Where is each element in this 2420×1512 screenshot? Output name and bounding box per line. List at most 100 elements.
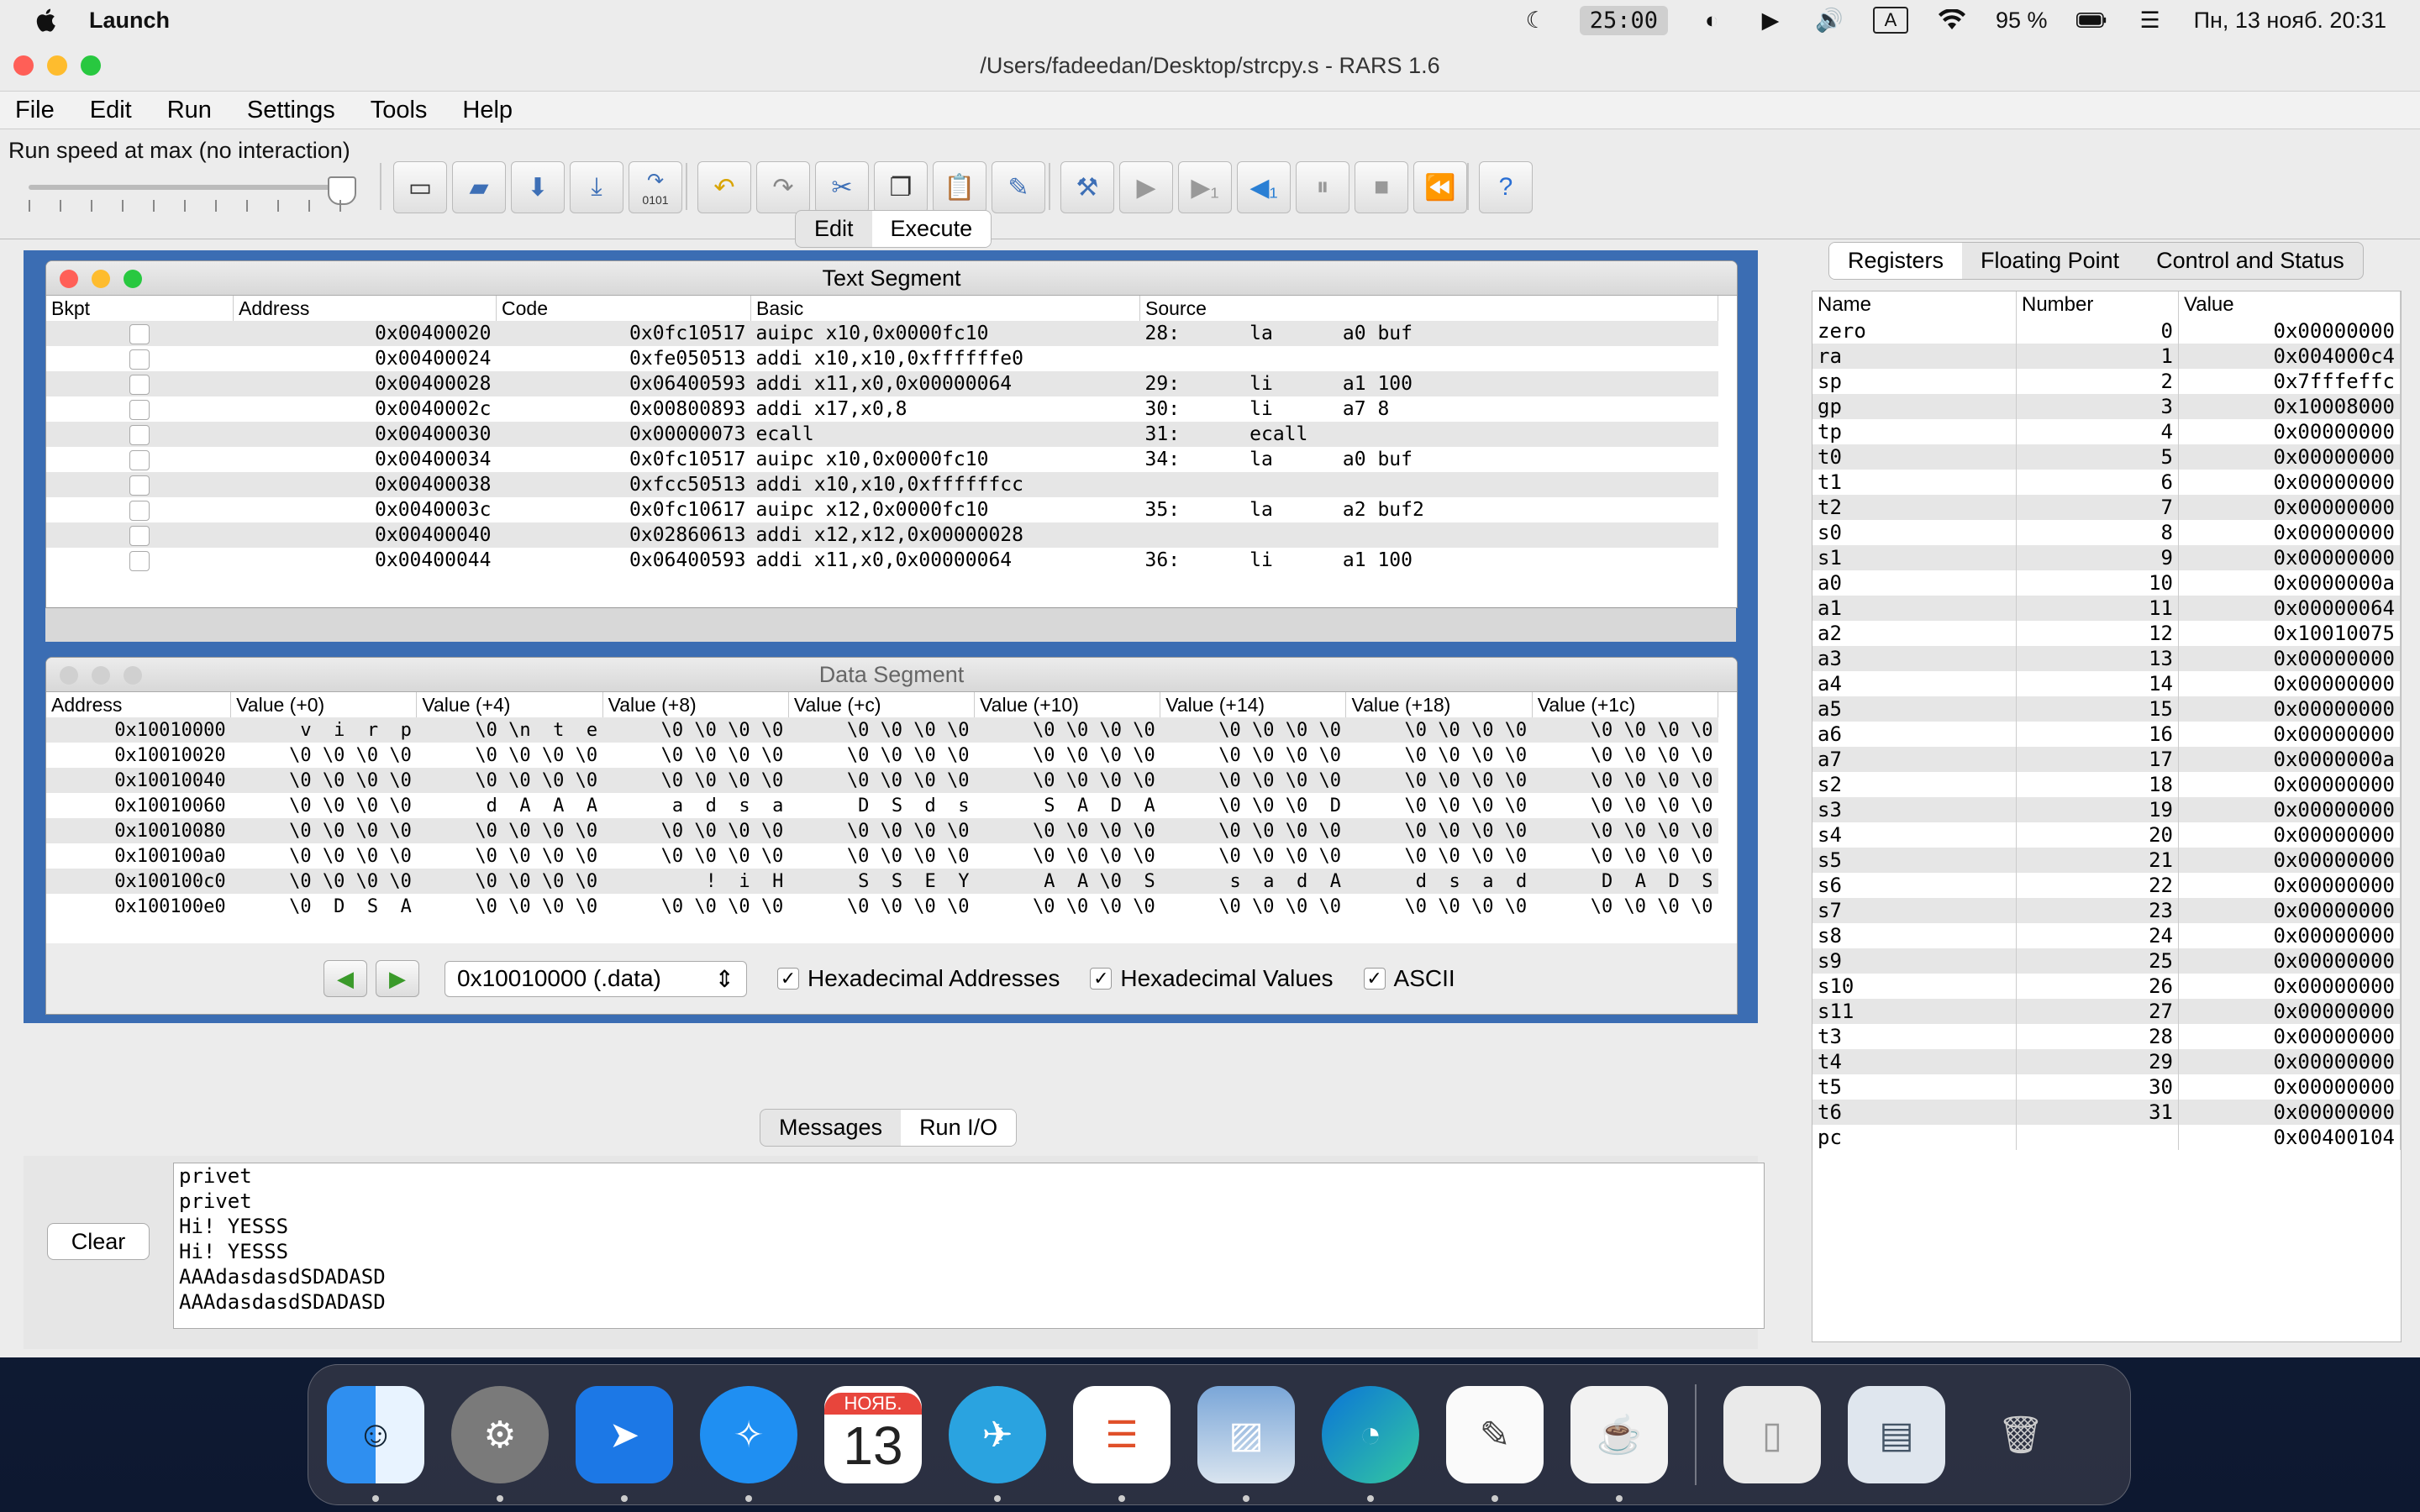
register-value[interactable]: 0x00000000 (2178, 545, 2401, 570)
data-value-cell[interactable]: v i r p (230, 717, 417, 743)
text-segment-row[interactable]: 0x00400028 0x06400593 addi x11,x0,0x000000… (46, 371, 1718, 396)
register-row[interactable]: t0 5 0x00000000 (1812, 444, 2401, 470)
data-value-cell[interactable]: \0 \0 \0 \0 (230, 818, 417, 843)
data-value-cell[interactable]: \0 \0 \0 \0 (975, 743, 1160, 768)
breakpoint-checkbox-cell[interactable] (46, 321, 234, 346)
java-icon[interactable]: ☕ (1570, 1386, 1668, 1502)
breakpoint-checkbox[interactable] (129, 399, 150, 420)
data-value-cell[interactable]: \0 \0 \0 \0 (974, 768, 1160, 793)
data-value-cell[interactable]: \0 \0 \0 \0 (417, 894, 602, 919)
control-center-icon[interactable]: ☰ (2135, 5, 2165, 35)
register-value[interactable]: 0x00000000 (2178, 923, 2401, 948)
data-col-header[interactable]: Value (+c) (788, 692, 976, 717)
text-segment-row[interactable]: 0x00400038 0xfcc50513 addi x10,x10,0xfffff… (46, 472, 1718, 497)
data-col-header[interactable]: Value (+18) (1345, 692, 1533, 717)
trash-icon[interactable]: 🗑 (1972, 1386, 2070, 1483)
col-source[interactable]: Source (1139, 296, 1718, 321)
register-row[interactable]: s0 8 0x00000000 (1812, 520, 2401, 545)
data-value-cell[interactable]: \0 \0 \0 D (1160, 793, 1346, 818)
col-code[interactable]: Code (496, 296, 751, 321)
register-row[interactable]: a1 11 0x00000064 (1812, 596, 2401, 621)
col-name[interactable]: Name (1812, 291, 2017, 318)
breakpoint-checkbox[interactable] (129, 424, 150, 445)
data-value-cell[interactable]: \0 \0 \0 \0 (1532, 743, 1718, 768)
tab-floating-point[interactable]: Floating Point (1962, 243, 2138, 279)
data-value-cell[interactable]: S S E Y (788, 869, 975, 894)
register-value[interactable]: 0x7fffeffc (2178, 369, 2401, 394)
spark-mail-icon[interactable]: ➤ (576, 1386, 673, 1502)
data-col-header[interactable]: Value (+8) (602, 692, 789, 717)
data-col-header[interactable]: Address (46, 692, 232, 717)
register-value[interactable]: 0x00000000 (2178, 1024, 2401, 1049)
register-row[interactable]: s5 21 0x00000000 (1812, 848, 2401, 873)
register-row[interactable]: gp 3 0x10008000 (1812, 394, 2401, 419)
register-value[interactable]: 0x0000000a (2178, 570, 2401, 596)
breakpoint-checkbox[interactable] (129, 525, 150, 546)
text-segment-row[interactable]: 0x00400024 0xfe050513 addi x10,x10,0xfffff… (46, 346, 1718, 371)
register-row[interactable]: t4 29 0x00000000 (1812, 1049, 2401, 1074)
data-value-cell[interactable]: A A \0 S (974, 869, 1160, 894)
clock[interactable]: Пн, 13 нояб. 20:31 (2194, 8, 2386, 34)
apple-icon[interactable] (34, 7, 60, 34)
data-value-cell[interactable]: D A D S (1532, 869, 1718, 894)
register-row[interactable]: s3 19 0x00000000 (1812, 797, 2401, 822)
text-segment-minimize-button[interactable] (92, 270, 110, 288)
data-col-header[interactable]: Value (+14) (1160, 692, 1347, 717)
data-value-cell[interactable]: \0 \0 \0 \0 (788, 843, 974, 869)
col-bkpt[interactable]: Bkpt (46, 296, 234, 321)
menu-edit[interactable]: Edit (90, 97, 132, 124)
col-basic[interactable]: Basic (750, 296, 1140, 321)
data-value-cell[interactable]: \0 \0 \0 \0 (231, 793, 417, 818)
keyboard-layout-icon[interactable]: A (1873, 7, 1909, 34)
register-row[interactable]: a4 14 0x00000000 (1812, 671, 2401, 696)
data-value-cell[interactable]: d A A A (417, 793, 602, 818)
menu-run[interactable]: Run (167, 97, 212, 124)
data-value-cell[interactable]: \0 \0 \0 \0 (1345, 818, 1533, 843)
edge-icon[interactable]: ◔ (1322, 1386, 1419, 1502)
data-value-cell[interactable]: \0 \n t e (416, 717, 603, 743)
data-value-cell[interactable]: \0 \0 \0 \0 (1345, 768, 1533, 793)
data-value-cell[interactable]: \0 \0 \0 \0 (1532, 818, 1718, 843)
register-row[interactable]: a5 15 0x00000000 (1812, 696, 2401, 722)
text-segment-row[interactable]: 0x0040003c 0x0fc10617 auipc x12,0x0000fc10… (46, 497, 1718, 522)
data-value-cell[interactable]: \0 \0 \0 \0 (1346, 793, 1532, 818)
data-value-cell[interactable]: \0 \0 \0 \0 (1345, 717, 1533, 743)
register-value[interactable]: 0x10010075 (2178, 621, 2401, 646)
tab-run-io[interactable]: Run I/O (901, 1110, 1017, 1146)
data-value-cell[interactable]: \0 \0 \0 \0 (788, 894, 974, 919)
data-value-cell[interactable]: \0 \0 \0 \0 (1160, 843, 1346, 869)
menu-settings[interactable]: Settings (247, 97, 335, 124)
register-value[interactable]: 0x0000000a (2178, 747, 2401, 772)
data-value-cell[interactable]: \0 \0 \0 \0 (417, 843, 602, 869)
breakpoint-checkbox[interactable] (129, 500, 150, 521)
data-col-header[interactable]: Value (+10) (974, 692, 1161, 717)
data-value-cell[interactable]: \0 \0 \0 \0 (602, 768, 789, 793)
register-row[interactable]: a3 13 0x00000000 (1812, 646, 2401, 671)
data-value-cell[interactable]: \0 \0 \0 \0 (788, 768, 975, 793)
register-row[interactable]: t2 7 0x00000000 (1812, 495, 2401, 520)
run-speed-slider[interactable] (29, 185, 339, 190)
breakpoint-checkbox-cell[interactable] (46, 472, 234, 497)
focus-timer[interactable]: 25:00 (1579, 5, 1669, 35)
data-value-cell[interactable]: S A D A (975, 793, 1160, 818)
breakpoint-checkbox-cell[interactable] (46, 497, 234, 522)
data-value-cell[interactable]: \0 \0 \0 \0 (788, 743, 974, 768)
register-value[interactable]: 0x00000000 (2178, 822, 2401, 848)
data-value-cell[interactable]: \0 \0 \0 \0 (1160, 717, 1346, 743)
run-io-output[interactable]: privet privet Hi! YESSS Hi! YESSS AAAdas… (173, 1163, 1765, 1329)
register-row[interactable]: t5 30 0x00000000 (1812, 1074, 2401, 1100)
breakpoint-checkbox[interactable] (129, 349, 150, 370)
register-value[interactable]: 0x00000000 (2178, 520, 2401, 545)
data-value-cell[interactable]: \0 \0 \0 \0 (1346, 894, 1532, 919)
register-value[interactable]: 0x00000000 (2178, 646, 2401, 671)
register-value[interactable]: 0x00000000 (2178, 495, 2401, 520)
next-segment-button[interactable]: ▶ (376, 960, 419, 997)
data-value-cell[interactable]: \0 \0 \0 \0 (230, 768, 417, 793)
battery-icon[interactable] (2075, 5, 2107, 35)
hex-addresses-checkbox[interactable]: ✓ Hexadecimal Addresses (777, 965, 1060, 992)
data-col-header[interactable]: Value (+4) (416, 692, 603, 717)
register-value[interactable]: 0x00000000 (2178, 999, 2401, 1024)
data-value-cell[interactable]: \0 \0 \0 \0 (788, 717, 975, 743)
breakpoint-checkbox[interactable] (129, 374, 150, 395)
address-select[interactable]: 0x10010000 (.data) ⇕ (445, 960, 747, 997)
